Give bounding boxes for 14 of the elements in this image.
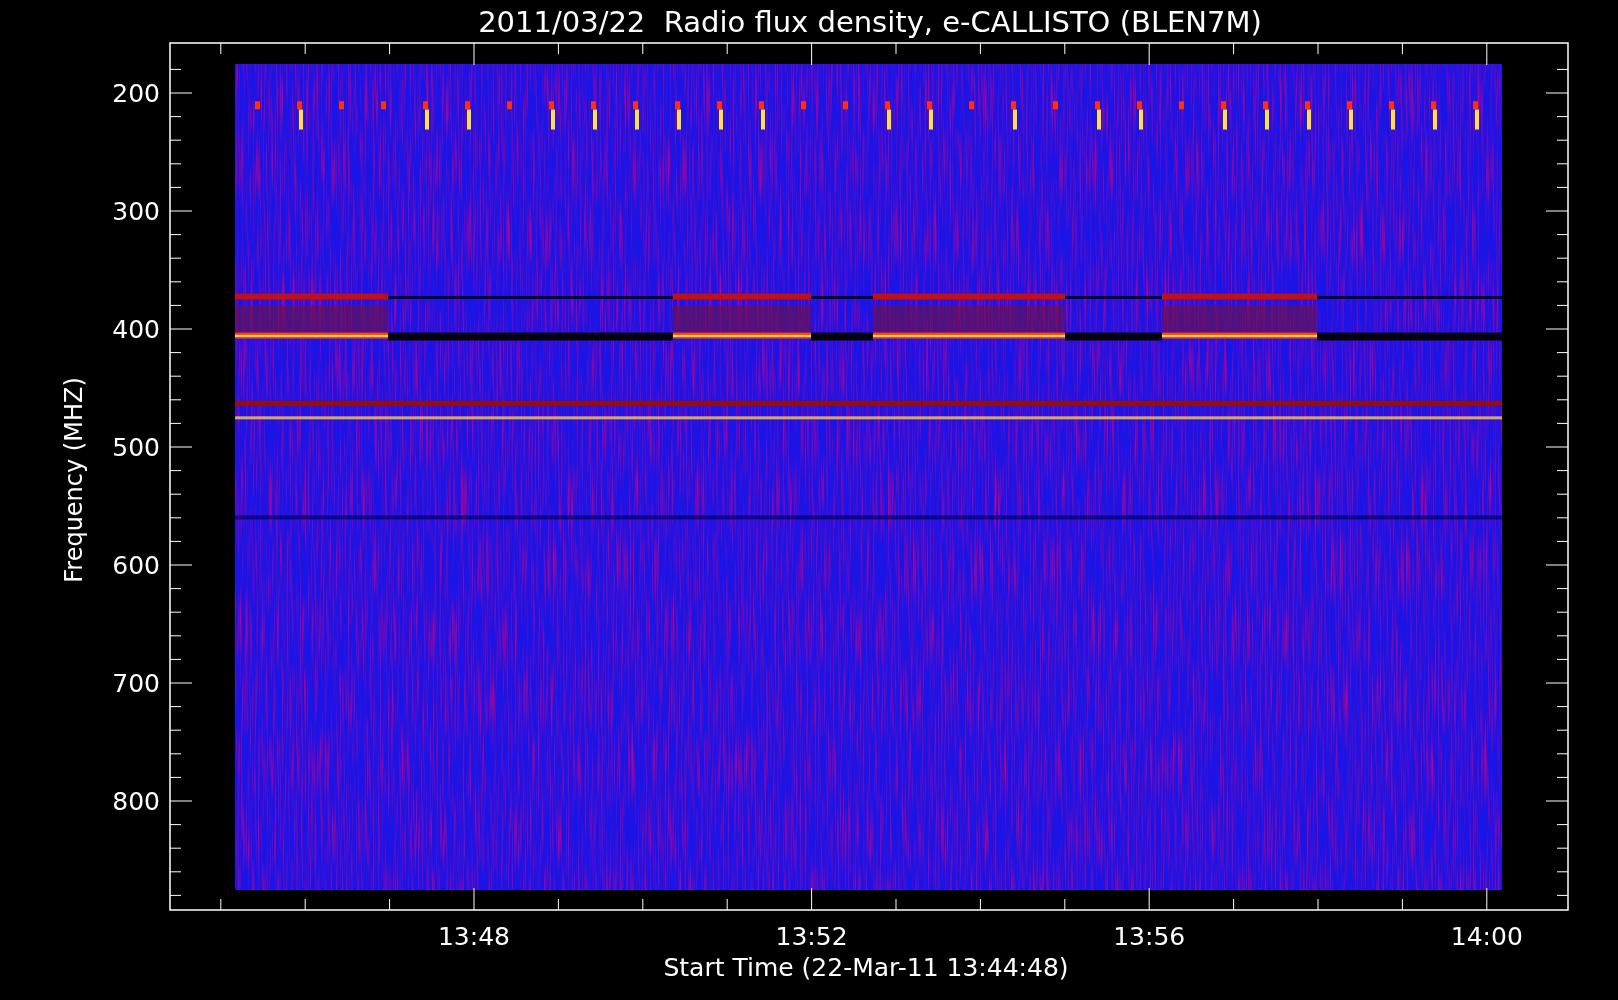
tick-label: 600 bbox=[112, 551, 160, 580]
tick-label: 14:00 bbox=[1450, 922, 1523, 951]
tick-label: 13:52 bbox=[775, 922, 848, 951]
tick-label: 700 bbox=[112, 669, 160, 698]
tick-label: 400 bbox=[112, 315, 160, 344]
y-axis-label: Frequency (MHZ) bbox=[60, 377, 88, 583]
tick-label: 200 bbox=[112, 79, 160, 108]
tick-label: 300 bbox=[112, 197, 160, 226]
chart-title: 2011/03/22 Radio flux density, e-CALLISTO (BLEN7M) bbox=[478, 5, 1262, 39]
tick-label: 13:56 bbox=[1113, 922, 1186, 951]
tick-label: 13:48 bbox=[438, 922, 510, 951]
x-axis-label: Start Time (22-Mar-11 13:44:48) bbox=[663, 953, 1069, 982]
tick-label: 500 bbox=[112, 433, 160, 462]
tick-label: 800 bbox=[112, 787, 160, 816]
